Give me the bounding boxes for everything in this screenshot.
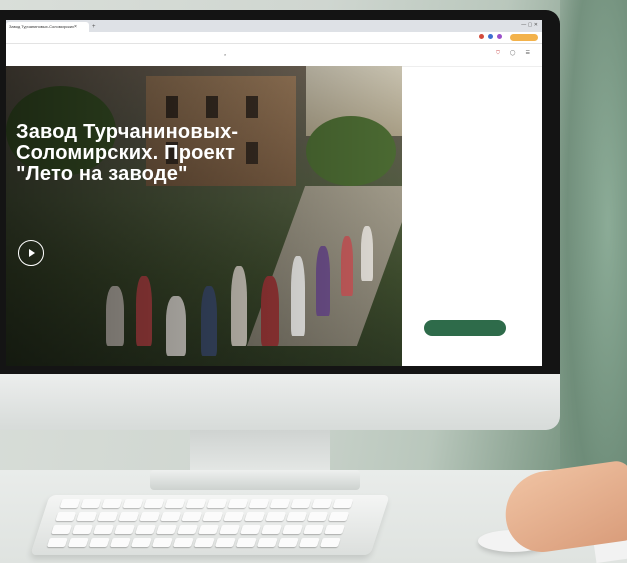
keyboard-key xyxy=(109,538,131,547)
user-icon[interactable]: ◯ xyxy=(510,50,516,56)
extension-icon[interactable] xyxy=(479,34,484,39)
keyboard-key xyxy=(177,525,198,534)
keyboard-key xyxy=(97,512,119,521)
hero-banner: Завод Турчаниновых-Соломирских. Проект "… xyxy=(6,66,402,366)
keyboard-key xyxy=(244,512,266,521)
keyboard-key xyxy=(88,538,110,547)
keyboard-key xyxy=(156,525,177,534)
menu-icon[interactable]: ☰ xyxy=(526,50,530,56)
photo-scene: Завод Турчаниновых-Соломирских × + — ▢ ✕ xyxy=(0,0,627,563)
keyboard-key xyxy=(101,499,123,508)
key-row xyxy=(33,534,377,547)
profile-icon[interactable] xyxy=(497,34,502,39)
keyboard-key xyxy=(240,525,261,534)
keyboard-key xyxy=(290,499,312,508)
keyboard-key xyxy=(181,512,203,521)
keyboard-key xyxy=(118,512,140,521)
keyboard-key xyxy=(265,512,287,521)
cart-icon[interactable]: ⛉ xyxy=(496,50,500,56)
keyboard-key xyxy=(328,512,350,521)
keyboard-key xyxy=(269,499,291,508)
keyboard xyxy=(30,495,390,555)
keyboard-key xyxy=(214,538,236,547)
play-icon[interactable] xyxy=(18,240,44,266)
keyboard-key xyxy=(206,499,228,508)
close-icon[interactable]: × xyxy=(74,22,77,32)
keyboard-key xyxy=(282,525,303,534)
keyboard-key xyxy=(303,525,324,534)
info-sidebar xyxy=(416,124,526,129)
keyboard-key xyxy=(143,499,165,508)
play-triangle xyxy=(29,249,35,257)
keyboard-key xyxy=(122,499,144,508)
keyboard-key xyxy=(261,525,282,534)
site-header: ⌕ ⛉ ◯ ☰ xyxy=(6,44,542,67)
keyboard-key xyxy=(164,499,186,508)
monitor-stand-foot xyxy=(150,470,360,490)
address-bar[interactable] xyxy=(6,32,542,44)
keyboard-key xyxy=(114,525,135,534)
keyboard-key xyxy=(307,512,329,521)
keyboard-key xyxy=(332,499,354,508)
tab-title: Завод Турчаниновых-Соломирских xyxy=(9,24,74,29)
keyboard-key xyxy=(277,538,299,547)
keyboard-key xyxy=(172,538,194,547)
keyboard-key xyxy=(72,525,93,534)
keyboard-key xyxy=(67,538,89,547)
keyboard-key xyxy=(248,499,270,508)
keyboard-key xyxy=(130,538,152,547)
key-row xyxy=(37,521,381,534)
keyboard-key xyxy=(80,499,102,508)
keyboard-key xyxy=(223,512,245,521)
keyboard-key xyxy=(256,538,278,547)
keyboard-key xyxy=(198,525,219,534)
keyboard-key xyxy=(51,525,72,534)
monitor-chin xyxy=(0,374,560,430)
monitor-screen: Завод Турчаниновых-Соломирских × + — ▢ ✕ xyxy=(6,20,542,366)
keyboard-key xyxy=(202,512,224,521)
keyboard-key xyxy=(46,538,68,547)
keyboard-key xyxy=(227,499,249,508)
keyboard-key xyxy=(55,512,77,521)
keyboard-key xyxy=(319,538,341,547)
keyboard-key xyxy=(235,538,257,547)
keyboard-key xyxy=(298,538,320,547)
hero-overlay xyxy=(6,66,402,366)
keyboard-key xyxy=(185,499,207,508)
browser-update-button[interactable] xyxy=(510,34,538,41)
header-actions: ⛉ ◯ ☰ xyxy=(496,50,530,56)
key-row xyxy=(41,508,385,521)
keyboard-key xyxy=(219,525,240,534)
hero-title: Завод Турчаниновых-Соломирских. Проект "… xyxy=(16,121,239,185)
buy-ticket-button[interactable] xyxy=(424,320,506,336)
new-tab-button[interactable]: + xyxy=(92,22,96,32)
keyboard-key xyxy=(193,538,215,547)
keyboard-key xyxy=(76,512,98,521)
window-controls[interactable]: — ▢ ✕ xyxy=(521,22,538,28)
extension-icons xyxy=(479,34,502,39)
keyboard-key xyxy=(311,499,333,508)
keyboard-key xyxy=(324,525,345,534)
keyboard-key xyxy=(139,512,161,521)
extension-icon[interactable] xyxy=(488,34,493,39)
key-row xyxy=(46,495,390,508)
keyboard-key xyxy=(151,538,173,547)
keyboard-key xyxy=(135,525,156,534)
keyboard-key xyxy=(160,512,182,521)
browser-tab[interactable]: Завод Турчаниновых-Соломирских × xyxy=(6,22,89,32)
keyboard-key xyxy=(286,512,308,521)
site-nav: ⌕ xyxy=(154,52,226,57)
keyboard-key xyxy=(59,499,81,508)
browser-tab-bar: Завод Турчаниновых-Соломирских × + — ▢ ✕ xyxy=(6,20,542,32)
search-icon[interactable]: ⌕ xyxy=(224,52,226,57)
keyboard-key xyxy=(93,525,114,534)
